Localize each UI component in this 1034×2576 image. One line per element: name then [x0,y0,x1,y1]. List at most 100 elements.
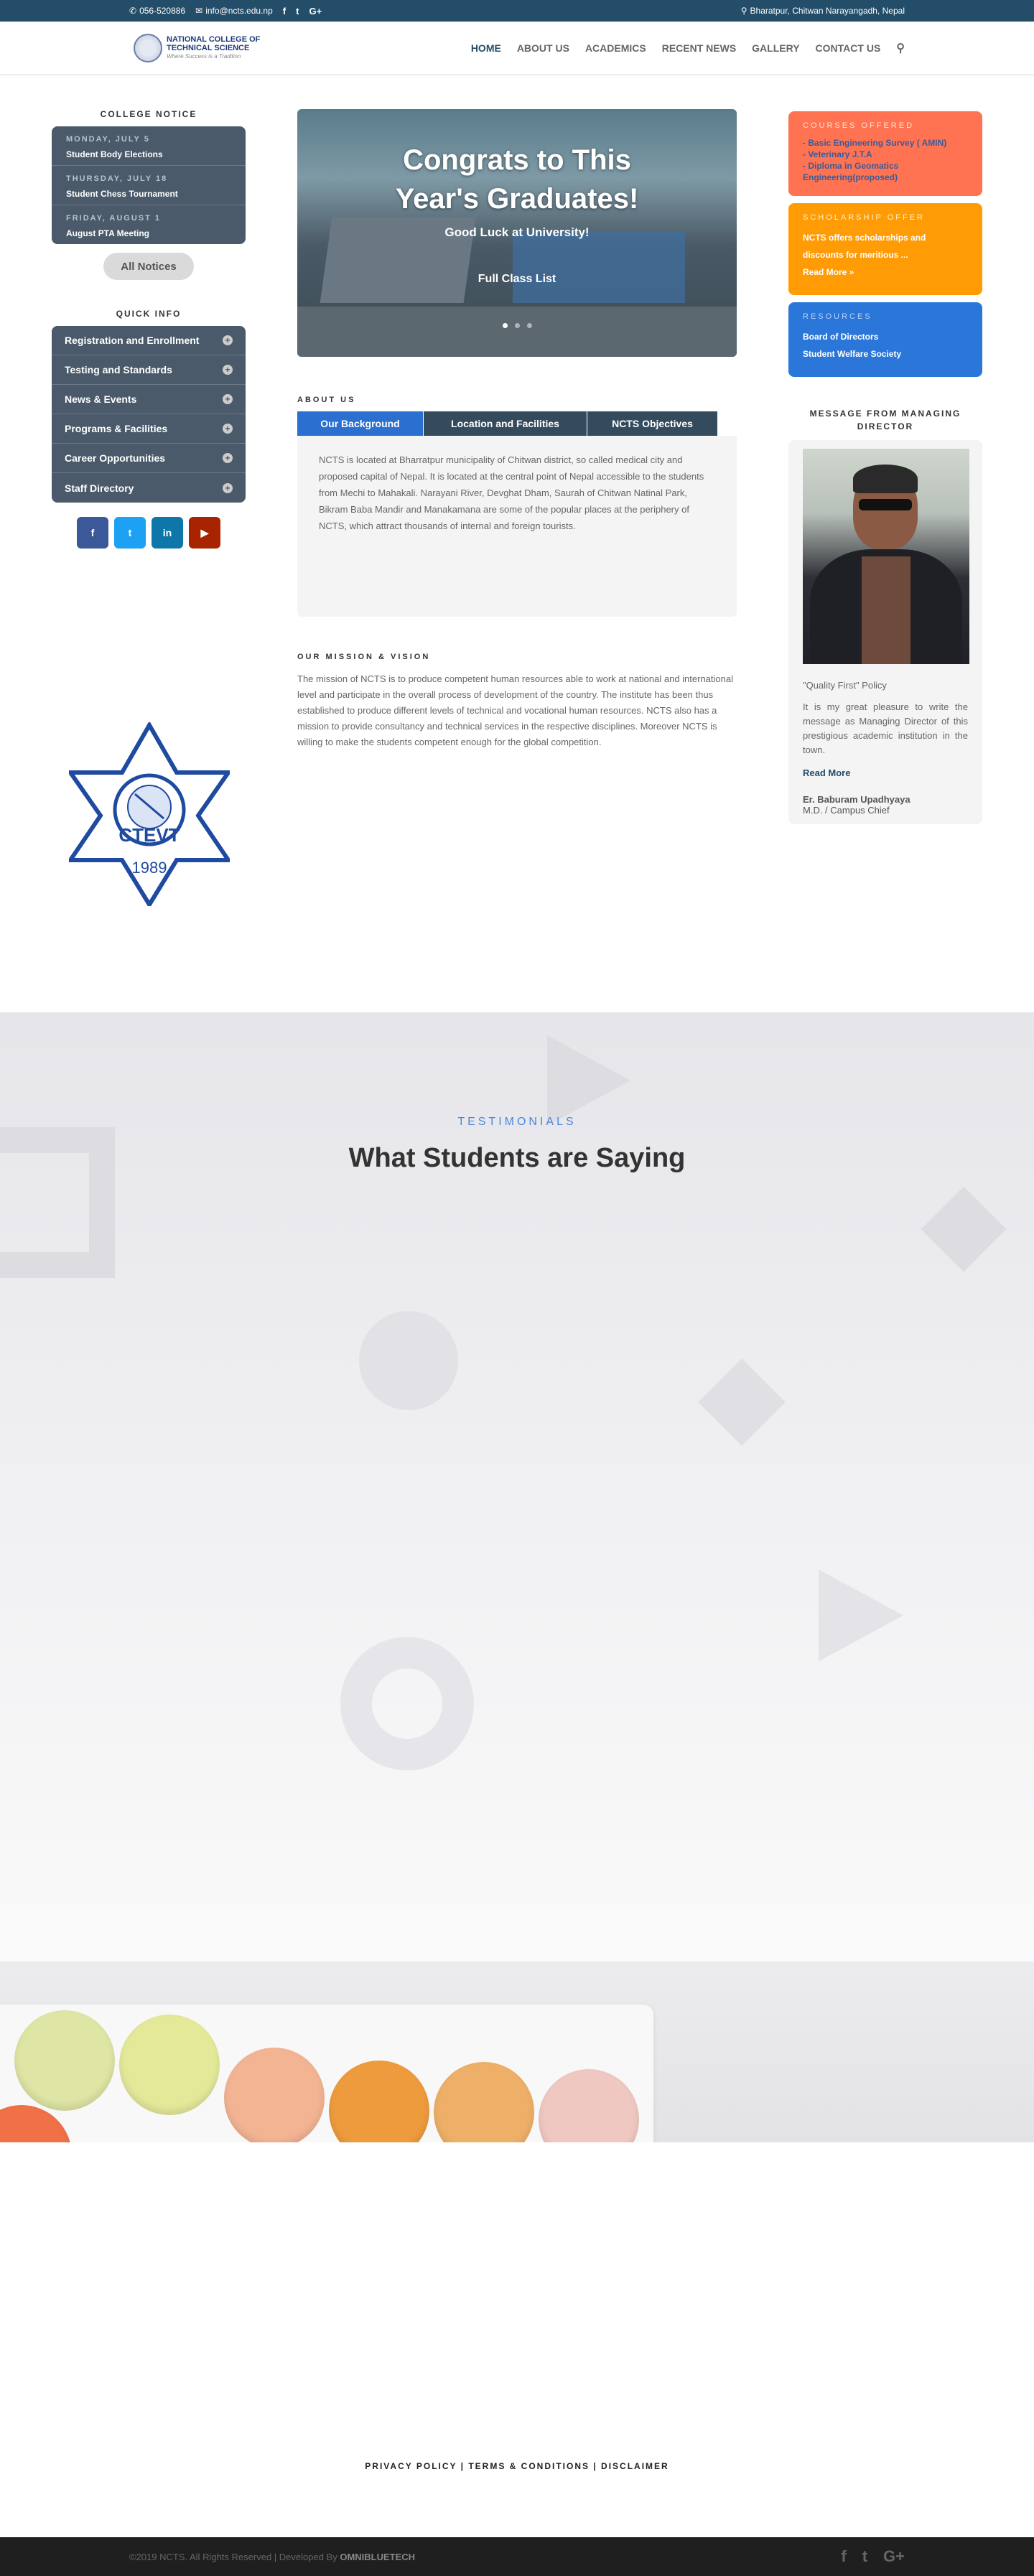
plus-icon: + [223,453,233,463]
slider-dot[interactable] [526,323,532,328]
tab-ncts-objectives[interactable]: NCTS Objectives [587,411,718,436]
google-plus-icon[interactable]: G+ [883,2547,905,2566]
full-class-list-link[interactable]: Full Class List [478,273,556,286]
tab-our-background[interactable]: Our Background [297,411,424,436]
email-link[interactable]: ✉ info@ncts.edu.np [195,6,273,16]
youtube-button[interactable]: ▶ [189,517,220,549]
map-pin-icon: ⚲ [740,6,747,16]
ctevt-text: CTEVT [118,824,180,846]
main-nav: HOME ABOUT US ACADEMICS RECENT NEWS GALL… [471,41,905,55]
notice-item[interactable]: THURSDAY, JULY 18 Student Chess Tourname… [52,166,246,205]
md-role: M.D. / Campus Chief [803,805,890,816]
student-welfare-link[interactable]: Student Welfare Society [803,345,968,363]
nav-home[interactable]: HOME [471,42,501,54]
board-of-directors-link[interactable]: Board of Directors [803,328,968,345]
nav-recent-news[interactable]: RECENT NEWS [662,42,736,54]
nav-gallery[interactable]: GALLERY [752,42,799,54]
about-tab-content: NCTS is located at Bharratpur municipali… [297,436,737,617]
phone-link[interactable]: ✆ 056-520886 [129,6,185,16]
quick-info-staff[interactable]: Staff Directory + [52,473,246,503]
quick-info-career[interactable]: Career Opportunities + [52,444,246,473]
college-seal-icon [134,33,162,62]
site-header: NATIONAL COLLEGE OF TECHNICAL SCIENCE Wh… [0,22,1034,75]
college-notice-title: COLLEGE NOTICE [100,109,197,119]
top-bar-contacts: ✆ 056-520886 ✉ info@ncts.edu.np f t G+ [129,6,322,17]
phone-icon: ✆ [129,6,137,16]
courses-offered-card: COURSES OFFERED - Basic Engineering Surv… [788,111,982,196]
testimonials-section: TESTIMONIALS What Students are Saying [0,1012,1034,1961]
linkedin-button[interactable]: in [152,517,183,549]
site-logo[interactable]: NATIONAL COLLEGE OF TECHNICAL SCIENCE Wh… [134,33,261,62]
watercolor-banner-image [0,1961,1034,2142]
plus-icon: + [223,335,233,345]
developer-link[interactable]: OMNIBLUETECH [340,2552,415,2562]
about-tabs: Our Background Location and Facilities N… [297,411,737,436]
nav-about-us[interactable]: ABOUT US [517,42,569,54]
plus-icon: + [223,424,233,434]
google-plus-icon[interactable]: G+ [309,6,322,17]
location: ⚲ Bharatpur, Chitwan Narayangadh, Nepal [740,6,905,16]
bottom-bar: ©2019 NCTS. All Rights Reserved | Develo… [0,2537,1034,2576]
md-message-text: It is my great pleasure to write the mes… [803,701,968,755]
twitter-icon[interactable]: t [296,6,299,17]
md-read-more-link[interactable]: Read More [803,767,968,778]
quick-info-title: QUICK INFO [116,309,182,319]
mission-text: The mission of NCTS is to produce compet… [297,673,733,747]
logo-tagline: Where Success is a Tradition [167,52,241,60]
logo-line1: NATIONAL COLLEGE OF [167,34,261,44]
hero-slider: Congrats to This Year's Graduates! Good L… [297,109,737,357]
footer-legal-links[interactable]: PRIVACY POLICY | TERMS & CONDITIONS | DI… [0,2461,1034,2471]
search-icon[interactable]: ⚲ [896,41,905,55]
notice-item[interactable]: FRIDAY, AUGUST 1 August PTA Meeting [52,205,246,244]
quick-info-registration[interactable]: Registration and Enrollment + [52,326,246,355]
md-name: Er. Baburam Upadhyaya [803,794,910,805]
all-notices-button[interactable]: All Notices [103,253,194,280]
plus-icon: + [223,365,233,375]
quick-info-news[interactable]: News & Events + [52,385,246,414]
quick-info-programs[interactable]: Programs & Facilities + [52,414,246,444]
resources-card: RESOURCES Board of Directors Student Wel… [788,302,982,377]
slider-pagination [297,323,737,328]
facebook-icon[interactable]: f [283,6,286,17]
courses-title: COURSES OFFERED [803,121,915,130]
nav-academics[interactable]: ACADEMICS [585,42,646,54]
top-bar: ✆ 056-520886 ✉ info@ncts.edu.np f t G+ ⚲ Bh… [0,0,1034,22]
right-sidebar: COURSES OFFERED - Basic Engineering Surv… [788,111,982,824]
mail-icon: ✉ [195,6,203,16]
slider-dot[interactable] [514,323,520,328]
logo-line2: TECHNICAL SCIENCE [167,43,250,52]
slider-dot[interactable] [502,323,508,328]
plus-icon: + [223,482,233,493]
scholarship-card: SCHOLARSHIP OFFER NCTS offers scholarshi… [788,203,982,295]
facebook-icon[interactable]: f [841,2547,846,2566]
ctevt-logo: CTEVT 1989 [69,722,230,906]
notice-item[interactable]: MONDAY, JULY 5 Student Body Elections [52,126,246,166]
scholarship-read-more-link[interactable]: Read More » [803,263,968,281]
quick-info-testing[interactable]: Testing and Standards + [52,355,246,385]
resources-title: RESOURCES [803,312,872,321]
about-us-label: ABOUT US [297,396,356,404]
nav-contact-us[interactable]: CONTACT US [816,42,881,54]
twitter-icon[interactable]: t [862,2547,867,2566]
decor-ring [340,1637,474,1770]
course-item[interactable]: - Basic Engineering Survey ( AMIN) [803,137,968,149]
course-item[interactable]: - Veterinary J.T.A [803,149,968,160]
copyright: ©2019 NCTS. All Rights Reserved | Develo… [129,2551,416,2562]
tab-location-facilities[interactable]: Location and Facilities [424,411,587,436]
ctevt-year: 1989 [132,859,167,877]
course-item[interactable]: - Diploma in Geomatics Engineering(propo… [803,160,968,183]
footer-social: f t G+ [841,2547,905,2566]
decor-diamond [698,1358,786,1446]
md-message-title: MESSAGE FROM MANAGING DIRECTOR [809,409,961,431]
notice-list: MONDAY, JULY 5 Student Body Elections TH… [52,126,246,244]
md-portrait [803,449,969,664]
slider-subheading: Good Luck at University! [444,225,590,239]
scholarship-text: NCTS offers scholarships and discounts f… [803,233,926,260]
social-buttons: f t in ▶ [52,517,246,549]
md-policy: "Quality First" Policy [803,680,887,691]
twitter-button[interactable]: t [114,517,146,549]
testimonials-heading: What Students are Saying [348,1143,686,1173]
slider-heading: Congrats to This Year's Graduates! [395,144,639,215]
testimonials-label: TESTIMONIALS [457,1116,577,1128]
facebook-button[interactable]: f [77,517,108,549]
